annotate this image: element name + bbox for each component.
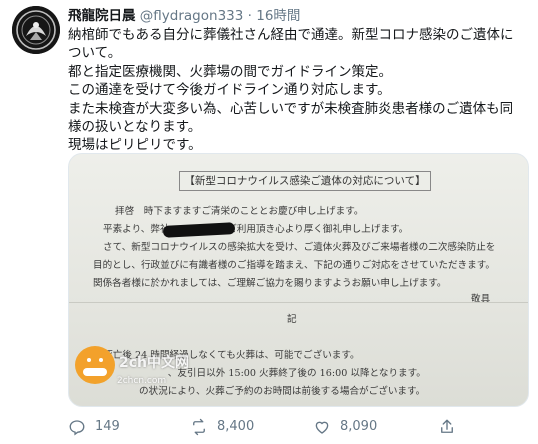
tweet-media-image[interactable]: 【新型コロナウイルス感染ご遺体の対応について】 拝啓 時下ますますご清栄のことと…	[68, 153, 529, 407]
heart-icon	[315, 421, 329, 434]
watermark-text: 2ch中文网	[119, 355, 190, 371]
tweet-text-line: ついて。	[68, 45, 122, 62]
avatar-emblem-icon	[12, 6, 60, 54]
document-note-heading: 記	[287, 314, 297, 325]
share-button[interactable]	[438, 415, 456, 439]
document-line: 関係各者様に於かれましては、ご理解ご協力を賜りますようお願い申し上げます。	[93, 278, 447, 289]
tweet-text: 納棺師でもある自分に葬儀社さん経由で通達。新型コロナ感染のご遺体に ついて。 都…	[68, 26, 523, 155]
document-line: さて、新型コロナウイルスの感染拡大を受け、ご遺体火葬及びご来場者様の二次感染防止…	[103, 242, 496, 253]
tweet-text-line: 納棺師でもある自分に葬儀社さん経由で通達。新型コロナ感染のご遺体に	[68, 27, 514, 43]
share-icon	[441, 419, 453, 433]
retweet-button[interactable]: 8,400	[190, 415, 254, 439]
header-separator: ·	[247, 8, 252, 24]
document-title: 【新型コロナウイルス感染ご遺体の対応について】	[179, 171, 431, 191]
reply-icon	[69, 420, 85, 436]
document-line: 目的とし、行政並びに有識者様のご指導を踏まえ、下記の通りご対応をさせていただきま…	[93, 260, 495, 271]
site-watermark: 2ch中文网 2chcn.com	[69, 346, 229, 406]
document-line: 平素より、弊社 をご利用頂き心より厚く御礼申し上げます。	[103, 224, 409, 235]
tweet-text-line: 都と指定医療機関、火葬場の間でガイドライン策定。	[68, 63, 392, 80]
retweet-icon	[193, 418, 205, 436]
retweet-count: 8,400	[217, 419, 255, 434]
tweet-text-line: この通達を受けて今後ガイドライン通り対応します。	[68, 82, 391, 99]
watermark-url: 2chcn.com	[117, 376, 167, 386]
tweet-actions: 149 8,400 8,090	[68, 415, 528, 439]
avatar[interactable]	[12, 6, 60, 54]
tweet-text-line: 様の扱いとなります。	[68, 119, 202, 136]
reply-count: 149	[95, 419, 120, 434]
tweet-text-line: また未検査が大変多い為、心苦しいですが未検査肺炎患者様のご遺体も同	[68, 100, 514, 117]
tweet[interactable]: 飛龍院日晨 @flydragon333 · 16時間 納棺師でもある自分に葬儀社…	[0, 0, 538, 444]
watermark-logo-icon	[75, 346, 115, 384]
user-handle[interactable]: @flydragon333	[140, 8, 244, 24]
document-line: 拝啓 時下ますますご清栄のこととお慶び申し上げます。	[115, 206, 364, 217]
document-photo: 【新型コロナウイルス感染ご遺体の対応について】 拝啓 時下ますますご清栄のことと…	[69, 154, 528, 406]
like-button[interactable]: 8,090	[313, 415, 377, 439]
tweet-header: 飛龍院日晨 @flydragon333 · 16時間	[68, 6, 528, 26]
document-divider	[69, 302, 528, 303]
display-name[interactable]: 飛龍院日晨	[68, 8, 136, 24]
document-closing: 敬具	[471, 294, 491, 305]
like-count: 8,090	[340, 419, 378, 434]
reply-button[interactable]: 149	[68, 415, 120, 439]
tweet-timestamp[interactable]: 16時間	[256, 8, 300, 24]
